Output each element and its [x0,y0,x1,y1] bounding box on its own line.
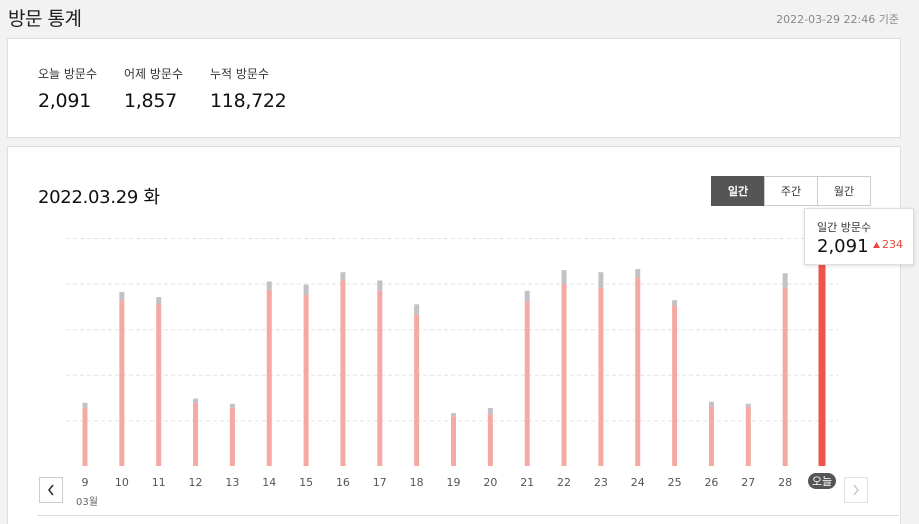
x-tick-label: 28 [778,476,792,489]
bar-visits[interactable] [561,283,567,466]
bar-visits[interactable] [524,301,530,466]
x-tick-label: 10 [115,476,129,489]
bar-visits[interactable] [745,406,751,466]
bar-visits[interactable] [451,416,456,466]
x-tick-label: 17 [373,476,387,489]
bar-visits-cap [672,300,678,306]
tooltip-value: 2,091 [817,236,869,257]
x-tick-label: 18 [410,476,424,489]
x-tick-label: 11 [152,476,166,489]
x-tick-label: 27 [741,476,755,489]
x-tick-label: 26 [704,476,718,489]
bar-visits[interactable] [303,295,309,466]
x-tick-label: 25 [668,476,682,489]
bar-visits[interactable] [377,290,383,466]
chart-tooltip: 일간 방문수 2,091 234 [804,208,914,265]
month-label: 03월 [76,497,98,508]
bar-visits[interactable] [119,300,125,466]
x-tick-label: 23 [594,476,608,489]
bar-visits[interactable] [266,289,272,466]
tooltip-label: 일간 방문수 [817,221,872,234]
bar-visits-cap [377,280,383,291]
bar-visits-cap [82,402,88,408]
triangle-up-icon [873,241,880,248]
chevron-left-icon [47,484,54,496]
x-tick-label: 24 [631,476,645,489]
bar-visits-cap [524,290,530,302]
bar-visits-cap [745,403,751,407]
x-tick-label: 9 [82,476,89,489]
chevron-right-icon [853,484,860,496]
prev-button[interactable] [39,477,63,503]
x-tick-label: 20 [483,476,497,489]
bar-visits[interactable] [487,414,493,466]
tooltip-delta: 234 [873,238,903,251]
x-tick-label: 15 [299,476,313,489]
x-tick-label: 12 [189,476,203,489]
bar-visits[interactable] [82,407,88,466]
x-tick-label: 16 [336,476,350,489]
bar-visits-cap [487,407,493,415]
bar-visits-cap [119,291,125,301]
visits-bar-chart: 9 10 11 12 13 14 15 16 17 18 19 20 21 22 23 24 25 26 27 28 오… [66,238,838,489]
tooltip-delta-value: 234 [882,238,903,251]
bar-visits-cap [303,284,309,295]
bar-visits-cap [561,270,567,284]
bar-visits-cap [340,272,346,281]
bar-visits[interactable] [156,304,162,466]
bar-visits-cap [193,398,199,403]
bar-visits[interactable] [193,402,199,466]
bar-visits[interactable] [340,280,346,466]
x-tick-label: 19 [447,476,461,489]
bar-visits-cap [266,281,272,290]
bar-visits-cap [156,297,162,305]
bar-visits[interactable] [782,287,788,466]
x-tick-label: 21 [520,476,534,489]
bar-visits[interactable] [708,406,714,466]
next-button[interactable] [844,477,868,503]
x-tick-label: 13 [225,476,239,489]
bar-visits-cap [451,413,456,417]
bar-visits[interactable] [635,277,641,466]
x-tick-label: 오늘 [812,475,832,488]
bar-visits-cap [708,401,714,407]
bar-visits-cap [414,304,420,315]
x-tick-label: 14 [262,476,276,489]
bar-visits[interactable] [598,287,604,466]
bar-visits-cap [229,403,235,408]
bar-visits-cap [635,269,641,278]
bar-visits[interactable] [672,305,678,466]
bar-visits[interactable] [818,264,826,466]
x-tick-label: 22 [557,476,571,489]
bar-visits-cap [782,273,788,288]
bar-visits[interactable] [229,407,235,466]
bar-visits-cap [598,272,604,288]
bar-visits[interactable] [414,314,420,466]
divider [37,515,899,516]
